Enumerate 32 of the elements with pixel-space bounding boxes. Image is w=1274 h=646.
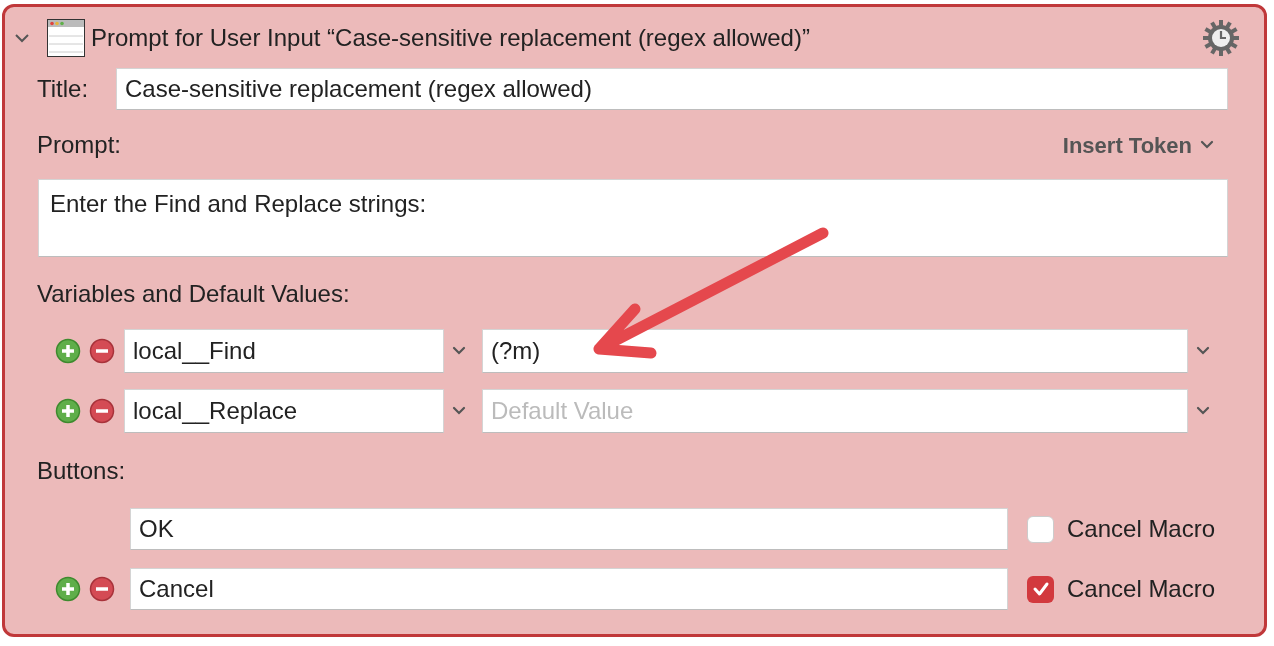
- window-icon: [47, 19, 85, 57]
- prompt-label: Prompt:: [37, 130, 122, 160]
- cancel-macro-label: Cancel Macro: [1067, 574, 1216, 604]
- button-name-field[interactable]: Cancel: [130, 568, 1008, 610]
- remove-icon[interactable]: [89, 576, 115, 602]
- chevron-icon[interactable]: [452, 346, 466, 356]
- chevron-icon[interactable]: [1200, 140, 1214, 150]
- chevron-icon[interactable]: [1196, 346, 1210, 356]
- chevron-icon[interactable]: [452, 406, 466, 416]
- remove-icon[interactable]: [89, 338, 115, 364]
- variable-name-field[interactable]: local__Find: [124, 329, 444, 373]
- default-value-field[interactable]: Default Value: [482, 389, 1188, 433]
- checkbox[interactable]: [1027, 515, 1054, 543]
- default-value-field[interactable]: (?m): [482, 329, 1188, 373]
- prompt-text-area[interactable]: Enter the Find and Replace strings:: [38, 179, 1228, 257]
- variable-name-field[interactable]: local__Replace: [124, 389, 444, 433]
- remove-icon[interactable]: [89, 398, 115, 424]
- insert-token-button[interactable]: Insert Token: [1062, 128, 1214, 162]
- chevron-icon[interactable]: [1196, 406, 1210, 416]
- title-label: Title:: [37, 74, 90, 104]
- add-icon[interactable]: [55, 576, 81, 602]
- buttons-label: Buttons:: [37, 456, 126, 486]
- checkbox[interactable]: [1027, 575, 1054, 603]
- title-field[interactable]: Case-sensitive replacement (regex allowed): [116, 68, 1228, 110]
- action-title: Prompt for User Input “Case-sensitive replacement (regex allowed)”: [91, 23, 810, 53]
- add-icon[interactable]: [55, 338, 81, 364]
- gear-clock-icon[interactable]: [1202, 19, 1240, 57]
- button-name-field[interactable]: OK: [130, 508, 1008, 550]
- check-icon: [1031, 580, 1050, 598]
- variables-label: Variables and Default Values:: [37, 279, 350, 309]
- cancel-macro-label: Cancel Macro: [1067, 514, 1216, 544]
- add-icon[interactable]: [55, 398, 81, 424]
